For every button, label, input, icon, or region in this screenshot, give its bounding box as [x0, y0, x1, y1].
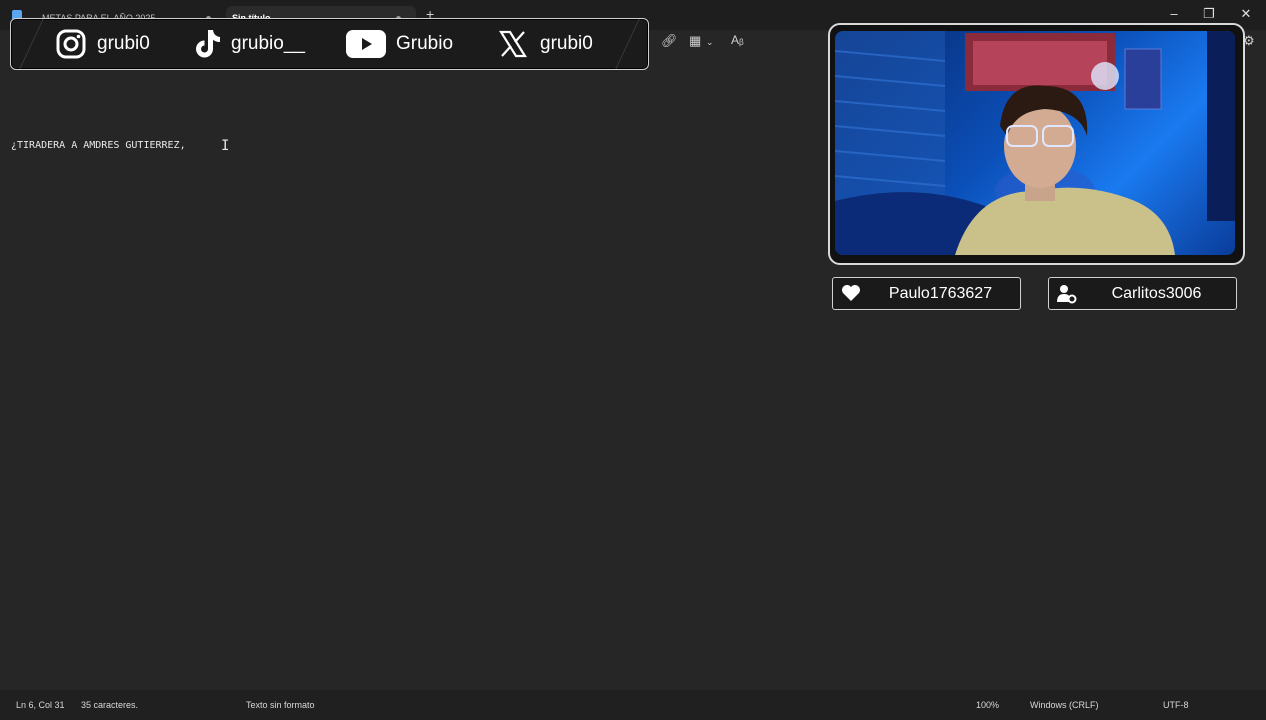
x-icon [499, 30, 527, 58]
close-button[interactable]: ✕ [1234, 4, 1258, 24]
youtube-handle: Grubio [346, 29, 453, 59]
youtube-label: Grubio [396, 33, 454, 54]
instagram-handle: grubi0 [56, 29, 150, 59]
tiktok-handle: grubio__ [192, 29, 305, 59]
instagram-label: grubi0 [97, 33, 150, 54]
tiktok-icon [196, 30, 220, 58]
char-count: 35 caracteres. [81, 700, 139, 710]
x-handle: grubi0 [499, 29, 593, 59]
restore-button[interactable]: ❐ [1197, 4, 1221, 24]
zoom-level[interactable]: 100% [976, 700, 999, 710]
youtube-icon [346, 30, 386, 58]
text-cursor-icon: I [221, 138, 230, 154]
table-icon[interactable]: ▦ [689, 33, 701, 49]
text-format[interactable]: Texto sin formato [246, 700, 315, 710]
link-icon[interactable]: 🔗︎ [661, 33, 678, 49]
subscriber-name: Carlitos3006 [1111, 284, 1202, 302]
webcam-feed [835, 31, 1235, 255]
editor-line[interactable]: ¿TIRADERA A AMDRES GUTIERREZ, [11, 140, 186, 151]
follower-badge: Paulo1763627 [832, 277, 1021, 310]
divider [615, 19, 640, 69]
instagram-icon [56, 29, 86, 59]
line-ending[interactable]: Windows (CRLF) [1030, 700, 1099, 710]
cursor-position[interactable]: Ln 6, Col 31 [16, 700, 65, 710]
minimize-button[interactable]: – [1162, 4, 1186, 24]
clear-format-icon[interactable]: Aᵦ [731, 33, 744, 47]
divider [19, 19, 44, 69]
chevron-down-icon[interactable]: ⌄ [706, 37, 714, 48]
follower-name: Paulo1763627 [888, 284, 993, 302]
webcam-image [835, 31, 1235, 255]
tiktok-label: grubio__ [231, 33, 305, 54]
encoding[interactable]: UTF-8 [1163, 700, 1189, 710]
subscriber-badge: Carlitos3006 [1048, 277, 1237, 310]
status-bar: Ln 6, Col 31 35 caracteres. Texto sin fo… [0, 690, 1266, 720]
x-label: grubi0 [540, 33, 593, 54]
social-banner: grubi0 grubio__ Grubio grubi0 [10, 18, 649, 70]
